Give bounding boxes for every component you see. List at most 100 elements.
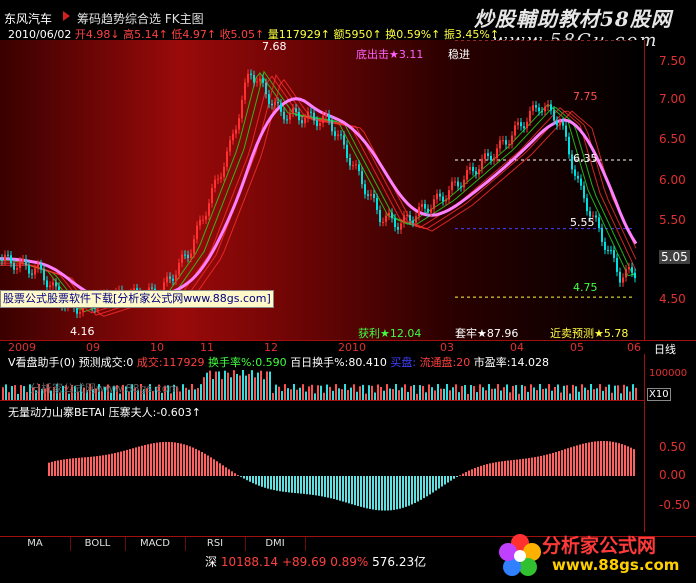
volume-bar	[341, 389, 343, 400]
volume-bar	[17, 393, 19, 400]
candle-body	[205, 215, 207, 220]
candle-body	[538, 107, 540, 112]
volume-bar	[206, 372, 208, 400]
indicator-bar	[522, 458, 524, 476]
formula-mode[interactable]: 筹码趋势综合选 FK主图	[77, 10, 204, 27]
tab-macd[interactable]: MACD	[125, 537, 186, 551]
indicator-bar	[180, 443, 182, 476]
indicator-tick: 0.50	[659, 440, 686, 454]
indicator-bar	[495, 462, 497, 476]
volume-bar	[224, 370, 226, 400]
tab-rsi[interactable]: RSI	[185, 537, 246, 551]
candle-body	[514, 125, 516, 136]
indicator-bar	[492, 462, 494, 476]
candle-body	[232, 133, 234, 141]
volume-bar	[434, 390, 436, 400]
indicator-bar	[321, 476, 323, 497]
price-tick: 5.50	[659, 213, 686, 227]
trapped-label: 套牢★87.96	[455, 327, 519, 340]
tab-dmi[interactable]: DMI	[245, 537, 306, 551]
tab-boll[interactable]: BOLL	[70, 537, 126, 551]
volume-bar	[620, 393, 622, 400]
indicator-bar	[303, 476, 305, 494]
indicator-bar	[183, 444, 185, 476]
download-link[interactable]: 股票公式股票软件下载[分析家公式网www.88gs.com]	[0, 290, 274, 308]
candle-body	[169, 276, 171, 279]
candle-body	[271, 103, 273, 106]
candle-body	[517, 122, 519, 126]
stock-name[interactable]: 东风汽车	[4, 10, 53, 27]
indicator-bar	[192, 447, 194, 476]
candle-body	[463, 179, 465, 188]
indicator-bar	[279, 476, 281, 492]
volume-bar	[194, 389, 196, 400]
indicator-bar	[621, 444, 623, 476]
volume-deal: 成交:117929	[136, 356, 205, 369]
candle-body	[541, 111, 543, 113]
price-tick: 4.50	[659, 292, 686, 306]
indicator-bar	[210, 457, 212, 476]
level-775: 7.75	[573, 90, 598, 103]
candle-body	[634, 272, 636, 279]
candle-body	[379, 209, 381, 223]
indicator-bar	[135, 447, 137, 476]
indicator-bar	[285, 476, 287, 493]
indicator-bar	[216, 461, 218, 476]
candle-body	[181, 254, 183, 263]
candle-body	[355, 164, 357, 166]
indicator-panel[interactable]	[0, 404, 644, 532]
candle-body	[238, 118, 240, 130]
play-icon[interactable]	[63, 11, 70, 21]
candle-body	[622, 277, 624, 283]
indicator-bar	[504, 460, 506, 476]
ma-ribbon-line	[0, 72, 637, 310]
candle-body	[601, 227, 603, 242]
volume-bar	[350, 387, 352, 400]
indicator-bar	[630, 447, 632, 476]
indicator-bar	[324, 476, 326, 497]
candle-body	[193, 239, 195, 254]
candle-body	[331, 120, 333, 132]
volume-bar	[614, 385, 616, 400]
volume-bar	[611, 392, 613, 400]
indicator-bar	[63, 459, 65, 476]
indicator-bar	[270, 476, 272, 490]
candle-body	[310, 111, 312, 113]
volume-bar	[521, 384, 523, 400]
indicator-bar	[576, 445, 578, 476]
candle-body	[385, 215, 387, 222]
indicator-bar	[447, 476, 449, 483]
indicator-bar	[600, 441, 602, 476]
indicator-bar	[552, 452, 554, 476]
volume-buy: 买盘:	[390, 356, 417, 369]
volume-axis: 100000 X10	[644, 354, 696, 404]
indicator-bar	[84, 457, 86, 476]
volume-bar	[299, 387, 301, 400]
indicator-bar	[588, 442, 590, 476]
candle-body	[553, 110, 555, 121]
candle-body	[22, 259, 24, 262]
long-ma-line	[0, 97, 638, 304]
volume-bar	[374, 392, 376, 400]
candle-body	[79, 312, 81, 314]
indicator-bar	[363, 476, 365, 508]
indicator-bar	[369, 476, 371, 509]
date-tick: 10	[150, 341, 164, 354]
tab-ma[interactable]: MA	[0, 537, 71, 551]
indicator-bar	[573, 446, 575, 476]
candle-body	[529, 110, 531, 122]
indicator-bar	[96, 456, 98, 476]
volume-bar	[626, 386, 628, 400]
candle-body	[376, 198, 378, 210]
candle-body	[472, 166, 474, 172]
candle-body	[334, 131, 336, 137]
volume-scale[interactable]: X10	[647, 388, 671, 401]
volume-bar	[335, 384, 337, 400]
candle-body	[523, 126, 525, 129]
volume-bar	[191, 384, 193, 400]
candle-body	[292, 108, 294, 114]
volume-bar	[458, 392, 460, 400]
indicator-bar	[633, 449, 635, 476]
indicator-bar	[219, 463, 221, 476]
volume-bar	[272, 392, 274, 400]
